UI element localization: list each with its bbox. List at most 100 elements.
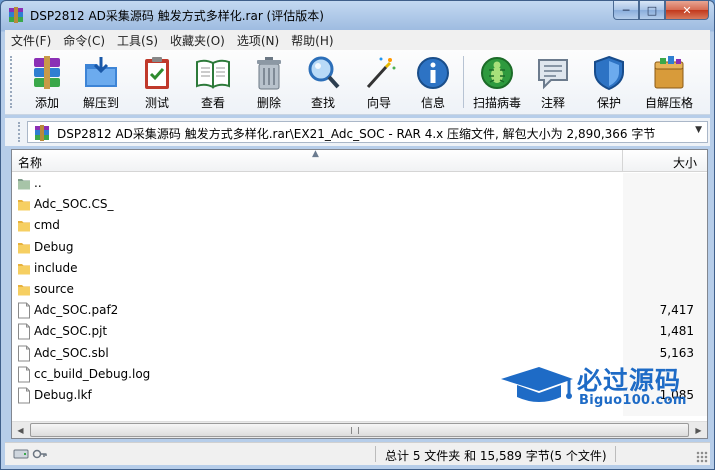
folder-icon bbox=[18, 242, 30, 254]
file-name: Adc_SOC.sbl bbox=[34, 345, 109, 360]
horizontal-scrollbar[interactable]: ◀ ▶ bbox=[12, 421, 707, 438]
file-icon bbox=[18, 345, 30, 361]
key-icon[interactable] bbox=[32, 447, 48, 461]
file-name: Adc_SOC.pjt bbox=[34, 324, 108, 339]
drive-icon[interactable] bbox=[13, 447, 29, 461]
archive-icon bbox=[35, 125, 49, 141]
wizard-button[interactable]: 向导 bbox=[351, 54, 407, 112]
menu-options[interactable]: 选项(N) bbox=[231, 32, 285, 49]
extract-to-label: 解压到 bbox=[82, 96, 119, 110]
file-row[interactable]: Debug bbox=[12, 237, 707, 258]
file-row[interactable]: Adc_SOC.pjt 1,481 bbox=[12, 321, 707, 342]
watermark-logo: 必过源码 Biguo100.com bbox=[499, 361, 704, 411]
file-row[interactable]: cmd bbox=[12, 215, 707, 236]
menu-commands[interactable]: 命令(C) bbox=[57, 32, 111, 49]
extract-folder-icon bbox=[85, 57, 117, 87]
status-bar: 总计 5 文件夹 和 15,589 字节(5 个文件) bbox=[5, 442, 710, 465]
status-text: 总计 5 文件夹 和 15,589 字节(5 个文件) bbox=[385, 449, 607, 463]
file-size: 7,417 bbox=[659, 303, 694, 318]
menu-bar: 文件(F) 命令(C) 工具(S) 收藏夹(O) 选项(N) 帮助(H) bbox=[5, 30, 710, 50]
parent-folder-icon bbox=[18, 179, 30, 190]
file-row[interactable]: source bbox=[12, 279, 707, 300]
column-header-size[interactable]: 大小 bbox=[673, 154, 697, 171]
view-button[interactable]: 查看 bbox=[185, 54, 241, 112]
status-icons bbox=[13, 447, 48, 461]
title-bar[interactable]: DSP2812 AD采集源码 触发方式多样化.rar (评估版本) ─ □ ✕ bbox=[1, 1, 714, 29]
add-label: 添加 bbox=[34, 96, 59, 110]
file-name: .. bbox=[34, 176, 42, 190]
status-separator bbox=[375, 446, 376, 462]
menu-tools[interactable]: 工具(S) bbox=[111, 32, 164, 49]
winrar-app-icon bbox=[9, 7, 23, 23]
test-button[interactable]: 测试 bbox=[129, 54, 185, 112]
scroll-left-arrow-icon[interactable]: ◀ bbox=[12, 422, 29, 438]
menu-file[interactable]: 文件(F) bbox=[5, 32, 57, 49]
window-controls: ─ □ ✕ bbox=[613, 1, 709, 21]
folder-icon bbox=[18, 263, 30, 275]
toolbar: 添加 解压到 测试 查看 删除 查找 向导 信息 扫描病毒 注释 保护 自解压格 bbox=[5, 50, 710, 115]
view-label: 查看 bbox=[200, 96, 225, 110]
status-separator-right bbox=[615, 446, 616, 462]
delete-label: 删除 bbox=[256, 96, 281, 110]
view-book-icon bbox=[196, 59, 230, 89]
graduation-cap-icon bbox=[501, 367, 573, 402]
file-row[interactable]: Adc_SOC.CS_ bbox=[12, 194, 707, 215]
folder-icon bbox=[18, 221, 30, 232]
comment-icon bbox=[538, 59, 568, 90]
list-header: 名称 ▲ 大小 bbox=[12, 150, 707, 172]
info-button[interactable]: 信息 bbox=[405, 54, 461, 112]
sfx-label: 自解压格 bbox=[644, 96, 693, 110]
protect-button[interactable]: 保护 bbox=[581, 54, 637, 112]
address-path: DSP2812 AD采集源码 触发方式多样化.rar\EX21_Adc_SOC … bbox=[57, 127, 656, 141]
file-icon bbox=[18, 323, 30, 340]
file-name: cmd bbox=[34, 218, 60, 233]
column-header-name[interactable]: 名称 bbox=[18, 154, 42, 171]
find-label: 查找 bbox=[310, 96, 335, 110]
test-clipboard-icon bbox=[145, 57, 169, 89]
info-label: 信息 bbox=[420, 96, 445, 110]
file-row[interactable]: .. bbox=[12, 173, 707, 194]
address-combobox[interactable]: DSP2812 AD采集源码 触发方式多样化.rar\EX21_Adc_SOC … bbox=[27, 121, 708, 143]
toolbar-grip[interactable] bbox=[10, 56, 13, 108]
file-icon bbox=[18, 302, 30, 319]
magnifier-icon bbox=[308, 56, 340, 89]
virus-scan-button[interactable]: 扫描病毒 bbox=[469, 54, 525, 112]
virus-scan-label: 扫描病毒 bbox=[472, 96, 521, 110]
find-button[interactable]: 查找 bbox=[295, 54, 351, 112]
app-window: DSP2812 AD采集源码 触发方式多样化.rar (评估版本) ─ □ ✕ … bbox=[0, 0, 715, 470]
extract-to-button[interactable]: 解压到 bbox=[73, 54, 129, 112]
add-button[interactable]: 添加 bbox=[19, 54, 75, 112]
minimize-button[interactable]: ─ bbox=[613, 1, 639, 20]
test-label: 测试 bbox=[144, 96, 169, 110]
column-divider[interactable] bbox=[622, 150, 623, 172]
file-name: Adc_SOC.paf2 bbox=[34, 303, 119, 318]
maximize-button[interactable]: □ bbox=[639, 1, 665, 20]
folder-icon bbox=[18, 284, 30, 296]
file-row[interactable]: include bbox=[12, 258, 707, 279]
file-name: Debug.lkf bbox=[34, 387, 92, 402]
scroll-right-arrow-icon[interactable]: ▶ bbox=[690, 422, 707, 438]
close-button[interactable]: ✕ bbox=[665, 1, 709, 20]
menu-help[interactable]: 帮助(H) bbox=[285, 32, 339, 49]
magic-wand-icon bbox=[366, 57, 396, 89]
scrollbar-thumb[interactable] bbox=[30, 423, 689, 437]
comment-button[interactable]: 注释 bbox=[525, 54, 581, 112]
sfx-button[interactable]: 自解压格 bbox=[639, 54, 699, 112]
chevron-down-icon[interactable]: ▼ bbox=[695, 125, 702, 135]
delete-button[interactable]: 删除 bbox=[241, 54, 297, 112]
resize-grip[interactable] bbox=[696, 451, 708, 463]
bug-icon bbox=[481, 57, 513, 89]
menu-favorites[interactable]: 收藏夹(O) bbox=[164, 32, 231, 49]
address-bar: DSP2812 AD采集源码 触发方式多样化.rar\EX21_Adc_SOC … bbox=[5, 118, 710, 146]
sfx-archive-icon bbox=[654, 56, 684, 89]
trash-icon bbox=[257, 57, 281, 90]
folder-icon bbox=[18, 200, 30, 211]
file-row[interactable]: Adc_SOC.paf2 7,417 bbox=[12, 300, 707, 321]
address-grip[interactable] bbox=[18, 122, 21, 142]
comment-label: 注释 bbox=[540, 96, 565, 110]
file-name: Debug bbox=[34, 239, 74, 254]
info-icon bbox=[417, 57, 449, 89]
sort-ascending-icon: ▲ bbox=[312, 149, 319, 159]
wizard-label: 向导 bbox=[366, 96, 391, 110]
scrollbar-grip bbox=[351, 427, 359, 434]
